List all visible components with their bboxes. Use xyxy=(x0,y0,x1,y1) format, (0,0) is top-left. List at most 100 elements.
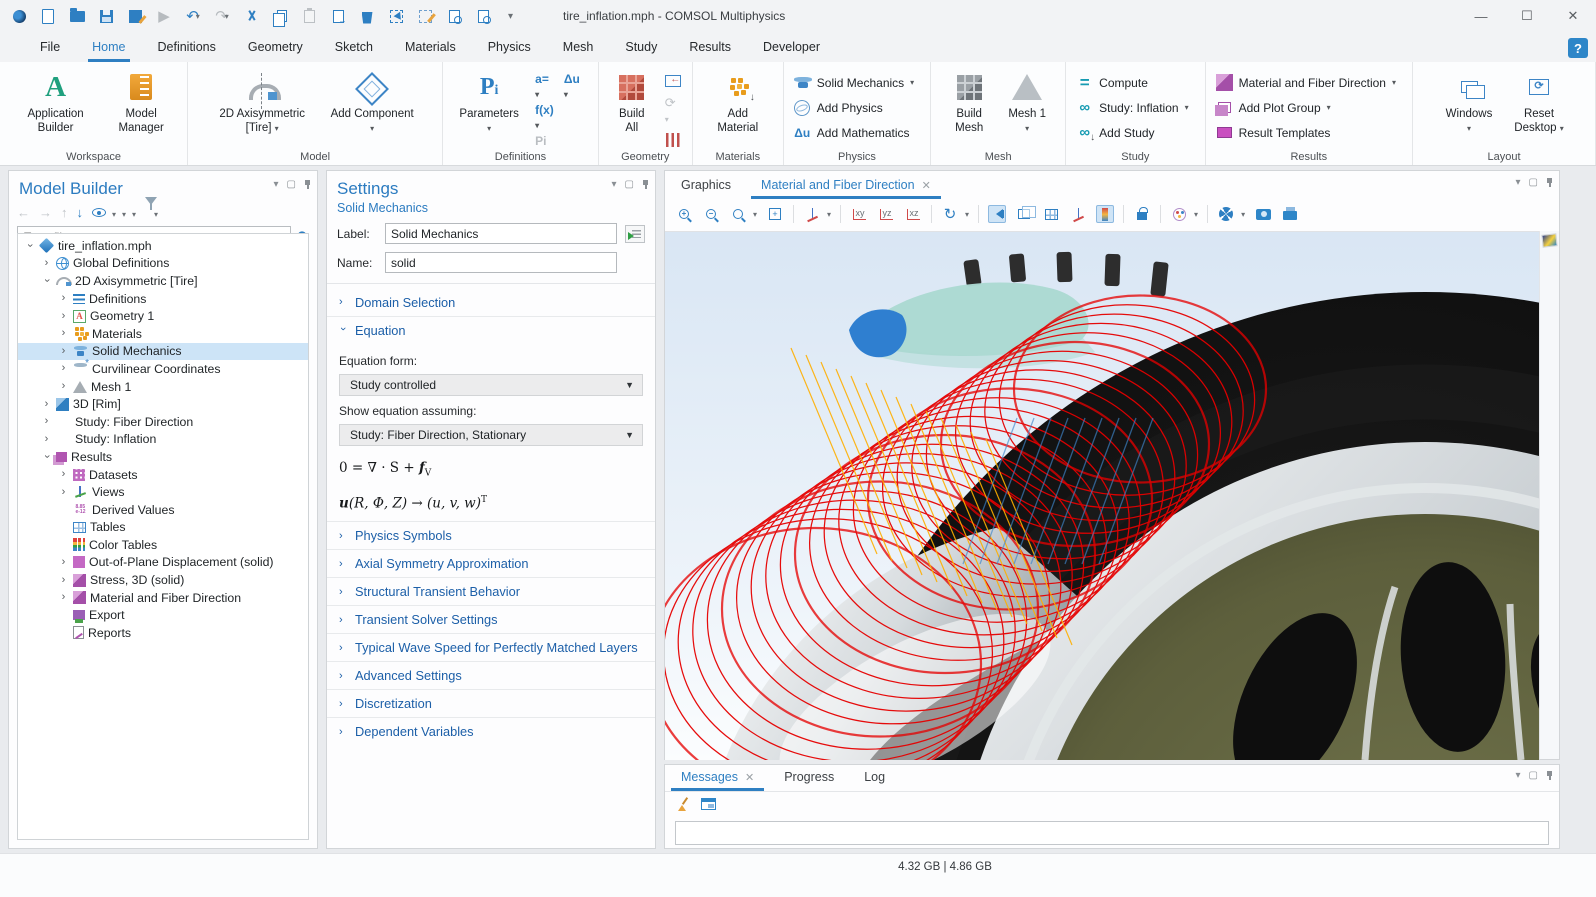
variables-button[interactable]: a= ▾ xyxy=(535,72,554,100)
axisymmetric-component-button[interactable]: 2D Axisymmetric [Tire] ▾ xyxy=(210,70,314,138)
expand-icon[interactable]: › xyxy=(58,381,69,392)
expand-icon[interactable]: › xyxy=(58,592,69,603)
messages-tab-log[interactable]: Log xyxy=(862,766,887,791)
expand-icon[interactable]: › xyxy=(41,399,52,410)
preview-selection-button[interactable] xyxy=(472,5,494,27)
panel-menu-icon[interactable]: ▾ xyxy=(1516,770,1521,781)
tree-item-study-inflation[interactable]: ›Study: Inflation xyxy=(18,431,308,449)
pin-icon[interactable] xyxy=(642,180,649,189)
snapshot-icon[interactable] xyxy=(1254,205,1272,223)
reset-orientation-icon[interactable]: ↻ xyxy=(941,205,959,223)
section-axial-symmetry-approximation[interactable]: ›Axial Symmetry Approximation xyxy=(327,549,655,577)
tree-item-views[interactable]: ›Views xyxy=(18,483,308,501)
forward-icon[interactable]: → xyxy=(39,205,52,220)
tree-item-definitions[interactable]: ›Definitions xyxy=(18,290,308,308)
graphics-tab-material-and-fiber-direction[interactable]: Material and Fiber Direction✕ xyxy=(759,174,933,199)
add-material-button[interactable]: ↓ Add Material xyxy=(707,70,769,138)
expand-icon[interactable]: › xyxy=(58,328,69,339)
section-equation[interactable]: ›Equation xyxy=(327,316,655,344)
tree-item-stress-3d[interactable]: ›Stress, 3D (solid) xyxy=(18,571,308,589)
nonlocal-couplings-button[interactable]: Δu ▾ xyxy=(564,72,580,100)
tree-item-tire-inflation-mph[interactable]: ›tire_inflation.mph xyxy=(18,237,308,255)
tree-item-geometry-1[interactable]: ›Geometry 1 xyxy=(18,307,308,325)
open-file-button[interactable] xyxy=(66,5,88,27)
zoom-box-icon[interactable] xyxy=(729,205,747,223)
preview-button[interactable] xyxy=(443,5,465,27)
expand-icon[interactable]: › xyxy=(41,416,52,427)
expand-icon[interactable]: › xyxy=(58,575,69,586)
tree-item-material-and-fiber-direction[interactable]: ›Material and Fiber Direction xyxy=(18,589,308,607)
windows-button[interactable]: Windows▾ xyxy=(1439,70,1499,138)
paste-button[interactable] xyxy=(298,5,320,27)
menu-tab-study[interactable]: Study xyxy=(609,32,673,62)
view-yz-icon[interactable]: yz xyxy=(877,205,895,223)
undo-button[interactable]: ↶▾ xyxy=(182,5,204,27)
menu-tab-physics[interactable]: Physics xyxy=(472,32,547,62)
color-legend-icon[interactable] xyxy=(1096,205,1114,223)
maximize-button[interactable]: ☐ xyxy=(1504,0,1550,32)
result-templates-button[interactable]: Result Templates xyxy=(1216,122,1396,143)
expand-icon[interactable]: › xyxy=(58,469,69,480)
lock-view-icon[interactable] xyxy=(1133,205,1151,223)
equation-form-select[interactable]: Study controlled▼ xyxy=(339,374,643,396)
label-field[interactable] xyxy=(385,223,617,244)
parameter-case-button[interactable]: Pi xyxy=(535,134,554,148)
cut-button[interactable] xyxy=(240,5,262,27)
tree-item-2d-axisymmetric-tire[interactable]: ›2D Axisymmetric [Tire] xyxy=(18,272,308,290)
panel-menu-icon[interactable]: ▾ xyxy=(1516,177,1521,188)
print-icon[interactable] xyxy=(1281,205,1299,223)
tree-item-mesh-1[interactable]: ›Mesh 1 xyxy=(18,378,308,396)
close-tab-icon[interactable]: ✕ xyxy=(745,771,754,784)
move-up-icon[interactable]: ↑ xyxy=(61,205,68,220)
tree-item-results[interactable]: ›Results xyxy=(18,448,308,466)
show-grid-icon[interactable] xyxy=(1042,205,1060,223)
model-tree-nodes-button[interactable]: ▾ xyxy=(135,205,136,220)
application-builder-button[interactable]: A Application Builder xyxy=(16,70,95,138)
transparency-icon[interactable] xyxy=(1015,205,1033,223)
section-physics-symbols[interactable]: ›Physics Symbols xyxy=(327,521,655,549)
model-manager-button[interactable]: Model Manager xyxy=(105,70,177,138)
float-panel-icon[interactable]: ▢ xyxy=(287,179,296,190)
section-discretization[interactable]: ›Discretization xyxy=(327,689,655,717)
close-button[interactable]: ✕ xyxy=(1550,0,1596,32)
zoom-out-icon[interactable]: − xyxy=(702,205,720,223)
expand-icon[interactable]: › xyxy=(24,240,35,251)
plot-group-button[interactable]: Material and Fiber Direction ▾ xyxy=(1216,72,1396,93)
filter-button[interactable]: ▾ xyxy=(145,205,158,220)
section-dependent-variables[interactable]: ›Dependent Variables xyxy=(327,717,655,745)
expand-icon[interactable]: › xyxy=(41,434,52,445)
tree-item-tables[interactable]: Tables xyxy=(18,519,308,537)
messages-tab-progress[interactable]: Progress xyxy=(782,766,836,791)
copy-button[interactable] xyxy=(269,5,291,27)
tree-item-3d-rim[interactable]: ›3D [Rim] xyxy=(18,395,308,413)
build-mesh-button[interactable]: Build Mesh xyxy=(945,70,993,138)
pin-icon[interactable] xyxy=(1546,178,1553,187)
add-mathematics-button[interactable]: Δu Add Mathematics xyxy=(794,122,914,143)
appearance-icon[interactable] xyxy=(1170,205,1188,223)
tree-item-global-definitions[interactable]: ›Global Definitions xyxy=(18,255,308,273)
zoom-extents-icon[interactable]: + xyxy=(766,205,784,223)
tree-item-out-of-plane-displacement[interactable]: ›Out-of-Plane Displacement (solid) xyxy=(18,554,308,572)
section-typical-wave-speed-for-perfectly-matched-layers[interactable]: ›Typical Wave Speed for Perfectly Matche… xyxy=(327,633,655,661)
duplicate-button[interactable] xyxy=(327,5,349,27)
zoom-in-icon[interactable]: + xyxy=(675,205,693,223)
open-messages-window-icon[interactable] xyxy=(701,798,716,810)
messages-tab-messages[interactable]: Messages✕ xyxy=(679,766,756,791)
expand-icon[interactable]: › xyxy=(41,275,52,286)
parameters-button[interactable]: Pi Parameters▾ xyxy=(453,70,525,138)
name-field[interactable] xyxy=(385,252,617,273)
delete-button[interactable] xyxy=(356,5,378,27)
float-panel-icon[interactable]: ▢ xyxy=(625,179,634,190)
graphics-viewport[interactable] xyxy=(665,231,1539,759)
compute-button[interactable]: = Compute xyxy=(1076,72,1188,93)
panel-menu-icon[interactable]: ▾ xyxy=(612,179,617,190)
close-tab-icon[interactable]: ✕ xyxy=(922,179,931,192)
redo-button[interactable]: ↷▾ xyxy=(211,5,233,27)
menu-tab-developer[interactable]: Developer xyxy=(747,32,836,62)
show-equation-select[interactable]: Study: Fiber Direction, Stationary▼ xyxy=(339,424,643,446)
section-transient-solver-settings[interactable]: ›Transient Solver Settings xyxy=(327,605,655,633)
menu-tab-home[interactable]: Home xyxy=(76,32,141,62)
minimize-button[interactable]: — xyxy=(1458,0,1504,32)
expand-icon[interactable]: › xyxy=(58,346,69,357)
section-domain-selection[interactable]: ›Domain Selection xyxy=(327,288,655,316)
